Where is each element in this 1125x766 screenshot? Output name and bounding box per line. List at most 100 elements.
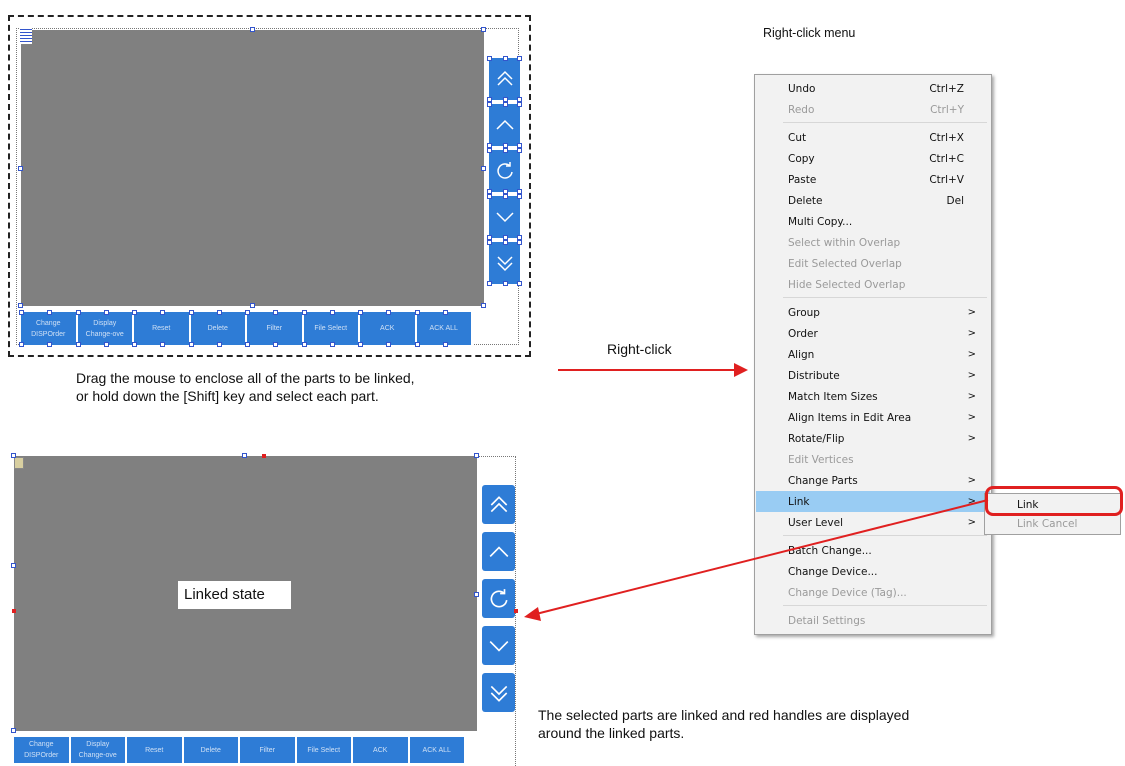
menu-item-cut[interactable]: Cut Ctrl+X: [756, 127, 990, 148]
scroll-button[interactable]: [482, 673, 515, 712]
menu-item-paste[interactable]: Paste Ctrl+V: [756, 169, 990, 190]
command-button[interactable]: File Select: [303, 312, 360, 345]
menu-item-delete[interactable]: Delete Del: [756, 190, 990, 211]
menu-item-edit-selected-overlap[interactable]: Edit Selected Overlap: [756, 253, 990, 274]
menu-item-select-within-overlap[interactable]: Select within Overlap: [756, 232, 990, 253]
selection-handle[interactable]: [273, 342, 279, 347]
selection-handle[interactable]: [517, 148, 522, 153]
selection-handle[interactable]: [474, 592, 479, 597]
menu-item-hide-selected-overlap[interactable]: Hide Selected Overlap: [756, 274, 990, 295]
menu-item-align-items-in-edit-area[interactable]: Align Items in Edit Area >: [756, 407, 990, 428]
selection-handle[interactable]: [11, 453, 16, 458]
menu-item-match-item-sizes[interactable]: Match Item Sizes >: [756, 386, 990, 407]
command-button[interactable]: ACK: [353, 737, 410, 763]
command-button[interactable]: Display Change-ove: [77, 312, 134, 345]
selection-handle[interactable]: [19, 342, 24, 347]
display-screen-part[interactable]: [21, 30, 484, 306]
command-button[interactable]: Change DISPOrder: [14, 737, 71, 763]
command-button[interactable]: Reset: [127, 737, 184, 763]
menu-item-multi-copy[interactable]: Multi Copy...: [756, 211, 990, 232]
selection-handle[interactable]: [502, 281, 508, 286]
selection-handle[interactable]: [103, 310, 109, 315]
scroll-button[interactable]: [489, 58, 520, 100]
selection-handle[interactable]: [132, 310, 137, 315]
selection-handle[interactable]: [517, 102, 522, 107]
selection-handle[interactable]: [517, 281, 522, 286]
menu-item-group[interactable]: Group >: [756, 302, 990, 323]
selection-handle[interactable]: [250, 303, 255, 308]
selection-handle[interactable]: [358, 342, 363, 347]
selection-handle[interactable]: [386, 310, 392, 315]
menu-item-redo[interactable]: Redo Ctrl+Y: [756, 99, 990, 120]
selection-handle[interactable]: [329, 342, 335, 347]
selection-handle[interactable]: [273, 310, 279, 315]
selection-handle[interactable]: [75, 342, 81, 347]
menu-item-edit-vertices[interactable]: Edit Vertices: [756, 449, 990, 470]
selection-handle[interactable]: [442, 310, 448, 315]
selection-handle[interactable]: [487, 148, 492, 153]
selection-handle[interactable]: [47, 310, 53, 315]
selection-handle[interactable]: [103, 342, 109, 347]
scroll-button[interactable]: [489, 242, 520, 284]
selection-handle[interactable]: [517, 240, 522, 245]
selection-handle[interactable]: [502, 240, 508, 245]
selection-handle[interactable]: [160, 310, 166, 315]
selection-handle[interactable]: [250, 27, 255, 32]
selection-handle[interactable]: [160, 342, 166, 347]
selection-handle[interactable]: [502, 194, 508, 199]
selection-handle[interactable]: [442, 342, 448, 347]
selection-handle[interactable]: [517, 194, 522, 199]
selection-handle[interactable]: [11, 728, 16, 733]
command-button[interactable]: Change DISPOrder: [21, 312, 78, 345]
menu-item-order[interactable]: Order >: [756, 323, 990, 344]
selection-handle[interactable]: [487, 281, 492, 286]
command-button[interactable]: Delete: [183, 737, 240, 763]
command-button[interactable]: ACK: [360, 312, 417, 345]
selection-handle[interactable]: [132, 342, 137, 347]
selection-handle[interactable]: [502, 148, 508, 153]
menu-item-copy[interactable]: Copy Ctrl+C: [756, 148, 990, 169]
selection-handle[interactable]: [481, 27, 486, 32]
selection-handle[interactable]: [502, 56, 508, 61]
command-button[interactable]: File Select: [296, 737, 353, 763]
selection-handle[interactable]: [487, 102, 492, 107]
selection-handle[interactable]: [502, 102, 508, 107]
submenu-item-link-cancel[interactable]: Link Cancel: [1017, 518, 1077, 530]
selection-handle[interactable]: [329, 310, 335, 315]
menu-item-distribute[interactable]: Distribute >: [756, 365, 990, 386]
selection-handle[interactable]: [487, 194, 492, 199]
command-button[interactable]: Filter: [247, 312, 304, 345]
selection-handle[interactable]: [474, 453, 479, 458]
menu-item-align[interactable]: Align >: [756, 344, 990, 365]
selection-handle[interactable]: [358, 310, 363, 315]
selection-handle[interactable]: [487, 240, 492, 245]
menu-item-undo[interactable]: Undo Ctrl+Z: [756, 78, 990, 99]
selection-handle[interactable]: [414, 310, 420, 315]
selection-handle[interactable]: [216, 342, 222, 347]
selection-handle[interactable]: [245, 342, 250, 347]
command-button[interactable]: Filter: [240, 737, 297, 763]
command-button[interactable]: Display Change-ove: [70, 737, 127, 763]
selection-handle[interactable]: [18, 166, 23, 171]
selection-handle[interactable]: [242, 453, 247, 458]
command-button[interactable]: ACK ALL: [409, 737, 466, 763]
scroll-button[interactable]: [489, 104, 520, 146]
command-button[interactable]: Reset: [134, 312, 191, 345]
scroll-button[interactable]: [489, 150, 520, 192]
selection-handle[interactable]: [75, 310, 81, 315]
selection-handle[interactable]: [188, 342, 194, 347]
menu-item-rotate-flip[interactable]: Rotate/Flip >: [756, 428, 990, 449]
selection-handle[interactable]: [188, 310, 194, 315]
selection-handle[interactable]: [481, 303, 486, 308]
selection-handle[interactable]: [245, 310, 250, 315]
selection-handle[interactable]: [301, 342, 307, 347]
selection-handle[interactable]: [19, 310, 24, 315]
selection-handle[interactable]: [414, 342, 420, 347]
selection-handle[interactable]: [18, 303, 23, 308]
selection-handle[interactable]: [487, 56, 492, 61]
selection-handle[interactable]: [481, 166, 486, 171]
selection-handle[interactable]: [47, 342, 53, 347]
menu-item-change-parts[interactable]: Change Parts >: [756, 470, 990, 491]
selection-handle[interactable]: [216, 310, 222, 315]
command-button[interactable]: Delete: [190, 312, 247, 345]
